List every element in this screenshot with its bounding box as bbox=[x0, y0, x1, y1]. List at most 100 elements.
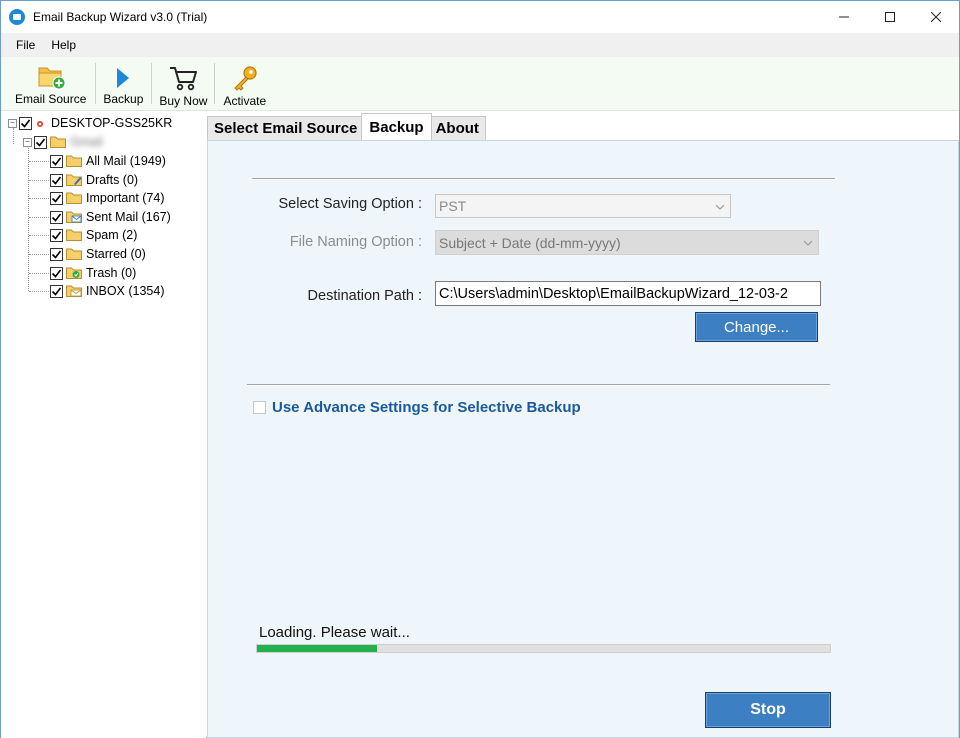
sent-folder-icon bbox=[66, 211, 82, 223]
tree-folder-row[interactable]: Important (74) bbox=[50, 189, 165, 207]
advance-settings-label[interactable]: Use Advance Settings for Selective Backu… bbox=[272, 399, 581, 416]
backup-panel: Select Saving Option : PST File Naming O… bbox=[207, 140, 959, 738]
tree-folder-label: Sent Mail (167) bbox=[86, 210, 171, 224]
tree-connector bbox=[29, 161, 49, 162]
menu-file[interactable]: File bbox=[8, 38, 43, 52]
folder-checkbox[interactable] bbox=[50, 154, 63, 168]
folder-checkbox[interactable] bbox=[50, 210, 63, 224]
activate-label: Activate bbox=[223, 94, 267, 108]
tree-folder-row[interactable]: Spam (2) bbox=[50, 226, 137, 244]
tree-connector bbox=[29, 254, 49, 255]
tree-folder-row[interactable]: Sent Mail (167) bbox=[50, 208, 171, 226]
saving-option-label: Select Saving Option : bbox=[278, 196, 422, 212]
tree-connector bbox=[29, 198, 49, 199]
progress-bar bbox=[256, 644, 831, 653]
backup-label: Backup bbox=[103, 92, 144, 106]
tree-connector bbox=[29, 180, 49, 181]
inbox-folder-icon bbox=[66, 285, 82, 297]
tree-root-label: DESKTOP-GSS25KR bbox=[51, 116, 173, 130]
divider bbox=[252, 178, 835, 180]
folder-checkbox[interactable] bbox=[50, 191, 63, 205]
tab-backup[interactable]: Backup bbox=[361, 113, 432, 140]
window-title: Email Backup Wizard v3.0 (Trial) bbox=[33, 10, 208, 24]
tab-select-email-source[interactable]: Select Email Source bbox=[207, 116, 363, 140]
activate-button[interactable]: Activate bbox=[215, 57, 272, 110]
tab-about[interactable]: About bbox=[430, 116, 486, 140]
account-checkbox[interactable] bbox=[34, 135, 47, 149]
destination-path-input[interactable]: C:\Users\admin\Desktop\EmailBackupWizard… bbox=[435, 281, 821, 306]
tree-connector bbox=[29, 291, 49, 292]
file-naming-label: File Naming Option : bbox=[289, 234, 422, 250]
file-naming-select[interactable]: Subject + Date (dd-mm-yyyy) bbox=[435, 230, 819, 255]
tree-folder-label: INBOX (1354) bbox=[86, 284, 165, 298]
stop-button[interactable]: Stop bbox=[705, 692, 831, 728]
trash-folder-icon bbox=[66, 267, 82, 279]
toolbar: Email Source Backup Buy Now Activate bbox=[1, 57, 959, 111]
tree-folder-label: All Mail (1949) bbox=[86, 154, 166, 168]
advance-settings-checkbox[interactable] bbox=[253, 401, 266, 414]
tree-root-row[interactable]: − DESKTOP-GSS25KR bbox=[8, 114, 172, 132]
shopping-cart-icon bbox=[168, 62, 198, 92]
folder-checkbox[interactable] bbox=[50, 247, 63, 261]
buy-now-label: Buy Now bbox=[159, 94, 208, 108]
folder-icon bbox=[66, 192, 82, 204]
backup-button[interactable]: Backup bbox=[96, 57, 151, 110]
collapse-icon[interactable]: − bbox=[23, 137, 32, 147]
tree-connector bbox=[29, 273, 49, 274]
folder-checkbox[interactable] bbox=[50, 228, 63, 242]
tree-folder-label: Starred (0) bbox=[86, 247, 146, 261]
folder-checkbox[interactable] bbox=[50, 266, 63, 280]
tree-connector bbox=[28, 146, 29, 291]
play-arrow-icon bbox=[115, 60, 131, 90]
maximize-icon bbox=[885, 12, 895, 22]
folder-add-icon bbox=[36, 60, 66, 90]
account-folder-icon bbox=[50, 136, 66, 148]
change-button[interactable]: Change... bbox=[695, 312, 818, 342]
folder-checkbox[interactable] bbox=[50, 284, 63, 298]
email-source-label: Email Source bbox=[15, 92, 87, 106]
divider bbox=[247, 384, 830, 386]
folder-tree: − DESKTOP-GSS25KR − Gmail All Mail (1949… bbox=[1, 112, 206, 738]
tab-strip: Select Email Source Backup About bbox=[207, 113, 486, 140]
folder-icon bbox=[66, 229, 82, 241]
tree-connector bbox=[29, 235, 49, 236]
menu-bar: File Help bbox=[1, 33, 959, 57]
tree-folder-row[interactable]: Trash (0) bbox=[50, 264, 136, 282]
folder-icon bbox=[66, 155, 82, 167]
menu-help[interactable]: Help bbox=[43, 38, 84, 52]
close-button[interactable] bbox=[913, 1, 959, 33]
email-source-button[interactable]: Email Source bbox=[1, 57, 95, 110]
tree-account-label: Gmail bbox=[70, 135, 103, 149]
window-controls bbox=[821, 1, 959, 33]
tree-account-row[interactable]: − Gmail bbox=[23, 133, 103, 151]
folder-checkbox[interactable] bbox=[50, 173, 63, 187]
progress-bar-fill bbox=[257, 645, 378, 652]
minimize-icon bbox=[839, 16, 849, 18]
close-icon bbox=[931, 12, 941, 22]
title-bar[interactable]: Email Backup Wizard v3.0 (Trial) bbox=[1, 1, 959, 33]
tree-folder-label: Trash (0) bbox=[86, 266, 137, 280]
saving-option-value: PST bbox=[439, 198, 467, 214]
key-icon bbox=[230, 62, 260, 92]
collapse-icon[interactable]: − bbox=[8, 118, 17, 128]
tree-folder-row[interactable]: Drafts (0) bbox=[50, 171, 138, 189]
tree-folder-row[interactable]: Starred (0) bbox=[50, 245, 146, 263]
tree-folder-row[interactable]: All Mail (1949) bbox=[50, 152, 166, 170]
tree-folder-label: Spam (2) bbox=[86, 228, 138, 242]
tree-folder-row[interactable]: INBOX (1354) bbox=[50, 282, 165, 300]
buy-now-button[interactable]: Buy Now bbox=[152, 57, 214, 110]
minimize-button[interactable] bbox=[821, 1, 867, 33]
chevron-down-icon bbox=[715, 204, 725, 210]
tree-connector bbox=[29, 217, 49, 218]
loading-status-text: Loading. Please wait... bbox=[259, 624, 410, 641]
file-naming-value: Subject + Date (dd-mm-yyyy) bbox=[439, 234, 621, 251]
computer-icon bbox=[35, 118, 45, 128]
destination-path-label: Destination Path : bbox=[307, 288, 422, 304]
drafts-folder-icon bbox=[66, 174, 82, 186]
tree-folder-label: Important (74) bbox=[86, 191, 165, 205]
app-logo-icon bbox=[9, 9, 25, 25]
maximize-button[interactable] bbox=[867, 1, 913, 33]
root-checkbox[interactable] bbox=[19, 116, 32, 130]
saving-option-select[interactable]: PST bbox=[435, 194, 731, 218]
tree-folder-label: Drafts (0) bbox=[86, 173, 139, 187]
